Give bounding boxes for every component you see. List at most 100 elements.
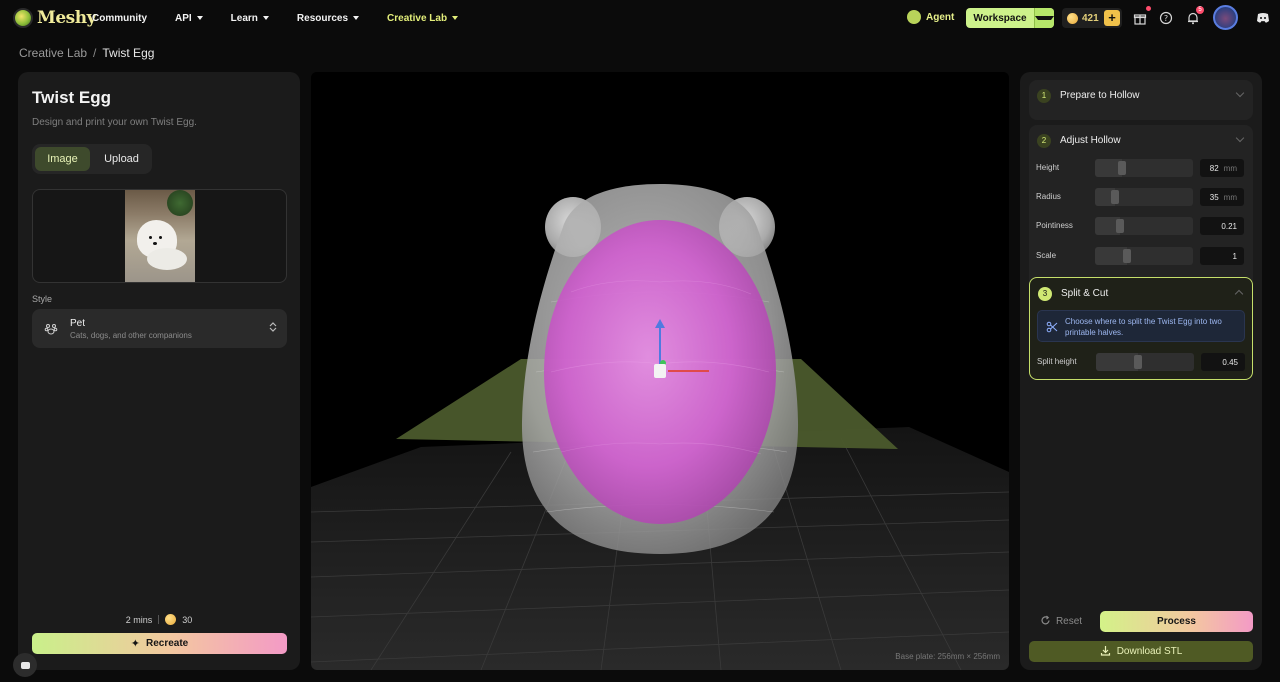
process-button[interactable]: Process — [1100, 611, 1253, 632]
user-avatar[interactable] — [1213, 5, 1238, 30]
breadcrumb-current: Twist Egg — [102, 46, 155, 60]
param-value-text: 82 — [1209, 163, 1219, 173]
param-label: Pointiness — [1036, 221, 1073, 230]
step-title: Split & Cut — [1061, 288, 1109, 299]
slider-thumb[interactable] — [1118, 161, 1126, 175]
nav-item-label: API — [175, 12, 192, 24]
recreate-label: Recreate — [145, 638, 189, 649]
height-input[interactable]: 82 mm — [1200, 159, 1244, 177]
slider-thumb[interactable] — [1123, 249, 1131, 263]
workspace-button[interactable]: Workspace — [966, 8, 1054, 28]
time-estimate: 2 mins — [125, 614, 153, 625]
scale-input[interactable]: 1 — [1200, 247, 1244, 265]
param-height: Height 82 mm — [1036, 159, 1246, 177]
step-number: 1 — [1037, 89, 1051, 103]
meta-divider — [158, 615, 160, 624]
workspace-dropdown-toggle[interactable] — [1034, 8, 1054, 28]
chevron-down-icon — [353, 16, 360, 20]
pointiness-slider[interactable] — [1095, 217, 1193, 235]
photo-dog-body — [147, 248, 187, 270]
param-value-text: 1 — [1232, 251, 1237, 261]
slider-fill — [1096, 353, 1138, 371]
chevron-down-icon — [196, 16, 203, 20]
step-prepare-to-hollow[interactable]: 1 Prepare to Hollow — [1029, 80, 1253, 120]
breadcrumb-separator: / — [93, 46, 97, 60]
slider-thumb[interactable] — [1111, 190, 1119, 204]
recreate-button[interactable]: ✦ Recreate — [32, 633, 287, 654]
style-description: Cats, dogs, and other companions — [70, 331, 192, 340]
source-tabs: Image Upload — [32, 144, 152, 174]
reset-icon — [1040, 615, 1051, 629]
step-title: Prepare to Hollow — [1060, 90, 1140, 101]
param-label: Scale — [1036, 251, 1057, 260]
3d-viewport[interactable]: Base plate: 256mm × 256mm — [311, 72, 1009, 670]
radius-input[interactable]: 35 mm — [1200, 188, 1244, 206]
discord-icon[interactable] — [1256, 11, 1270, 23]
nav-item-learn[interactable]: Learn — [231, 13, 269, 24]
style-select[interactable]: Pet Cats, dogs, and other companions — [32, 309, 287, 348]
right-panel: 1 Prepare to Hollow 2 Adjust Hollow Heig… — [1020, 72, 1262, 670]
breadcrumb-creative-lab[interactable]: Creative Lab — [19, 46, 87, 60]
add-credits-button[interactable]: + — [1104, 10, 1120, 26]
credits-count: 421 — [1082, 12, 1099, 24]
left-panel: Twist Egg Design and print your own Twis… — [18, 72, 300, 670]
param-scale: Scale 1 — [1036, 247, 1246, 265]
nav-item-label: Resources — [296, 12, 349, 24]
photo-dog-eye — [149, 236, 152, 239]
tab-image[interactable]: Image — [35, 147, 90, 171]
split-info-box: Choose where to split the Twist Egg into… — [1037, 310, 1245, 342]
nav-item-api[interactable]: API — [175, 13, 203, 24]
nav-item-resources[interactable]: Resources — [296, 12, 360, 24]
agent-button[interactable]: Agent — [907, 10, 954, 24]
reset-button[interactable]: Reset — [1029, 611, 1093, 632]
split-height-input[interactable]: 0.45 — [1201, 353, 1245, 371]
slider-thumb[interactable] — [1134, 355, 1142, 369]
agent-label: Agent — [926, 11, 955, 23]
chevron-down-icon — [1035, 16, 1054, 20]
workspace-label: Workspace — [973, 12, 1027, 24]
reset-label: Reset — [1055, 616, 1083, 627]
nav-item-creative-lab[interactable]: Creative Lab — [387, 13, 459, 24]
chat-icon — [20, 661, 30, 669]
gift-notification-dot — [1146, 6, 1151, 11]
param-value-text: 0.45 — [1222, 357, 1238, 367]
agent-icon — [907, 10, 921, 24]
image-preview-box[interactable] — [32, 189, 287, 283]
step-split-and-cut: 3 Split & Cut Choose where to split the … — [1029, 277, 1253, 380]
scale-slider[interactable] — [1095, 247, 1193, 265]
chevron-up-icon[interactable] — [1234, 289, 1244, 299]
credits-display[interactable]: 421 + — [1062, 8, 1122, 28]
photo-plant — [167, 190, 193, 216]
height-slider[interactable] — [1095, 159, 1193, 177]
pet-photo-thumbnail — [125, 190, 195, 282]
generation-cost: 30 — [182, 614, 193, 625]
download-icon — [1100, 645, 1111, 659]
gift-icon[interactable] — [1133, 11, 1147, 25]
logo-text: Meshy — [37, 8, 96, 28]
tab-upload[interactable]: Upload — [94, 147, 149, 171]
param-label: Radius — [1036, 192, 1061, 201]
param-label: Height — [1036, 163, 1060, 172]
param-radius: Radius 35 mm — [1036, 188, 1246, 206]
coin-icon — [1067, 12, 1078, 24]
param-split-height: Split height 0.45 — [1037, 353, 1247, 371]
split-info-text: Choose where to split the Twist Egg into… — [1065, 317, 1222, 337]
paw-icon — [44, 322, 58, 336]
breadcrumb: Creative Lab / Twist Egg — [19, 46, 154, 60]
photo-dog-nose — [153, 242, 157, 245]
coin-icon — [165, 614, 177, 625]
photo-dog-eye — [159, 236, 162, 239]
3d-scene[interactable] — [311, 72, 1009, 670]
chevron-down-icon — [1235, 88, 1245, 98]
transform-gizmo-handle[interactable] — [654, 364, 666, 378]
chat-support-button[interactable] — [13, 653, 37, 677]
split-height-slider[interactable] — [1096, 353, 1194, 371]
radius-slider[interactable] — [1095, 188, 1193, 206]
pointiness-input[interactable]: 0.21 — [1200, 217, 1244, 235]
download-stl-button[interactable]: Download STL — [1029, 641, 1253, 662]
chevron-down-icon[interactable] — [1235, 133, 1245, 143]
slider-thumb[interactable] — [1116, 219, 1124, 233]
help-icon[interactable]: ? — [1159, 11, 1173, 25]
meshy-logo[interactable]: Meshy — [13, 8, 96, 28]
nav-item-community[interactable]: Community — [92, 13, 147, 24]
